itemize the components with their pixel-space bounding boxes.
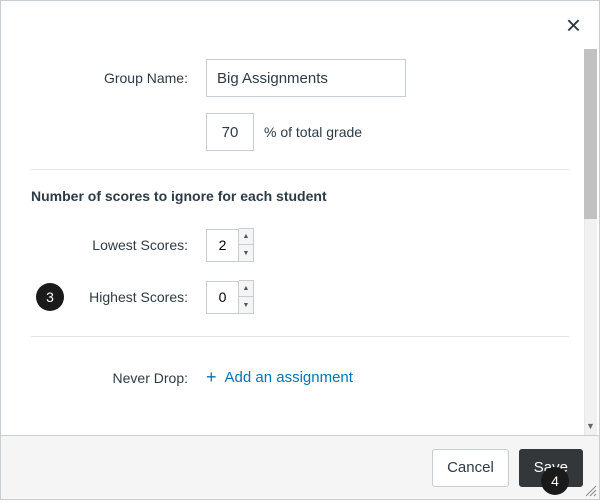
lowest-scores-up-icon[interactable]: ▲	[239, 229, 253, 245]
group-name-row: Group Name:	[31, 49, 569, 107]
modal-dialog: × ▼ Group Name: % of total grade Number …	[0, 0, 600, 500]
add-assignment-link[interactable]: + Add an assignment	[206, 367, 353, 388]
lowest-scores-row: Lowest Scores: ▲ ▼	[31, 226, 569, 276]
vertical-scrollbar-thumb[interactable]	[584, 49, 597, 219]
percent-input[interactable]	[206, 113, 254, 151]
lowest-scores-input[interactable]	[206, 229, 239, 262]
cancel-button[interactable]: Cancel	[432, 449, 509, 487]
never-drop-label: Never Drop:	[31, 370, 206, 386]
close-icon[interactable]: ×	[566, 12, 581, 38]
percent-suffix: % of total grade	[254, 124, 362, 140]
scrollbar-down-icon[interactable]: ▼	[584, 419, 597, 433]
group-name-input[interactable]	[206, 59, 406, 97]
divider-2	[31, 336, 569, 337]
highest-scores-up-icon[interactable]: ▲	[239, 281, 253, 297]
modal-footer: Cancel Save	[1, 435, 599, 499]
modal-header: ×	[1, 1, 599, 49]
ignore-section-heading: Number of scores to ignore for each stud…	[31, 188, 569, 204]
modal-body: ▼ Group Name: % of total grade Number of…	[1, 49, 599, 435]
never-drop-row: Never Drop: + Add an assignment	[31, 355, 569, 388]
divider-1	[31, 169, 569, 170]
highest-scores-row: Highest Scores: ▲ ▼	[31, 276, 569, 322]
plus-icon: +	[206, 367, 217, 388]
lowest-scores-down-icon[interactable]: ▼	[239, 245, 253, 261]
add-assignment-label: Add an assignment	[225, 369, 353, 386]
annotation-badge-4: 4	[541, 467, 569, 495]
annotation-badge-3: 3	[36, 283, 64, 311]
lowest-scores-label: Lowest Scores:	[31, 237, 206, 253]
highest-scores-input[interactable]	[206, 281, 239, 314]
group-name-label: Group Name:	[31, 70, 206, 86]
resize-grip-icon[interactable]	[583, 483, 597, 497]
percent-row: % of total grade	[31, 107, 569, 155]
lowest-scores-stepper: ▲ ▼	[206, 228, 254, 262]
highest-scores-down-icon[interactable]: ▼	[239, 297, 253, 313]
highest-scores-stepper: ▲ ▼	[206, 280, 254, 314]
